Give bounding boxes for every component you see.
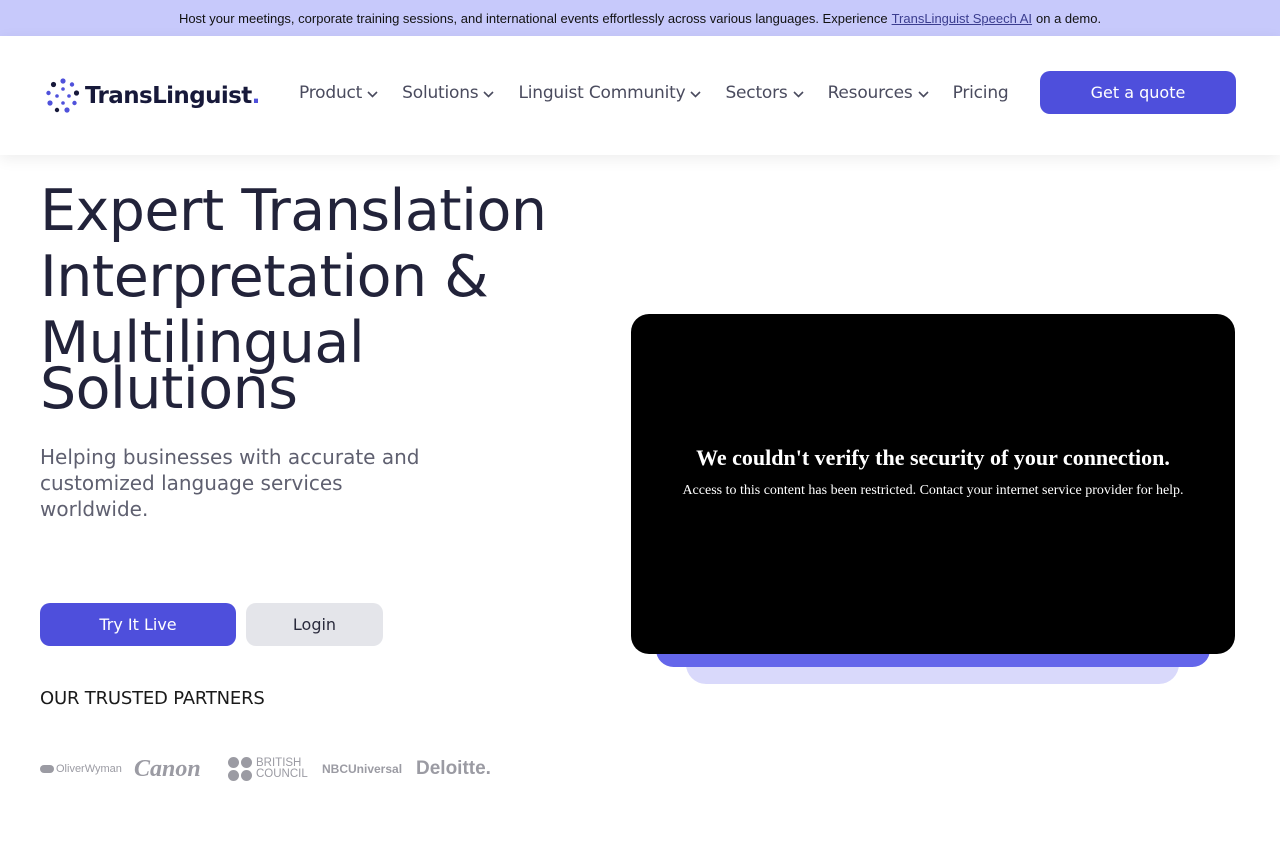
chevron-down-icon [483, 83, 495, 103]
partner-logo-british-council: BRITISH COUNCIL [228, 757, 314, 781]
chevron-down-icon [367, 83, 378, 103]
nav-pricing-label: Pricing [952, 83, 1009, 103]
nav-sectors-label: Sectors [725, 83, 788, 103]
british-council-dots-icon [228, 757, 252, 781]
try-it-live-button[interactable]: Try It Live [40, 603, 236, 646]
hero-title-line: Expert Translation [40, 178, 547, 244]
partner-logo-deloitte: Deloitte. [416, 758, 491, 779]
main-menu: Product Solutions Linguist Community Sec… [299, 83, 1033, 103]
partner-logo-nbcuniversal: NBCUniversal [322, 762, 403, 776]
nav-product-label: Product [299, 83, 363, 103]
announcement-suffix: on a demo. [1036, 10, 1102, 26]
get-quote-button[interactable]: Get a quote [1040, 71, 1236, 114]
hero-title: Expert Translation Interpretation & Mult… [40, 178, 600, 422]
video-player[interactable]: We couldn't verify the security of your … [631, 314, 1235, 654]
logo-mark-icon [46, 78, 80, 114]
chevron-down-icon [792, 83, 804, 103]
nav-product[interactable]: Product [299, 83, 378, 103]
partners-heading: OUR TRUSTED PARTNERS [40, 688, 265, 709]
partner-logo-oliver-wyman: OliverWyman [40, 763, 126, 775]
chevron-down-icon [690, 83, 702, 103]
nav-solutions[interactable]: Solutions [402, 83, 495, 103]
navbar: TransLinguist. Product Solutions Linguis… [0, 36, 1280, 155]
video-error-message: Access to this content has been restrict… [682, 483, 1184, 498]
nav-solutions-label: Solutions [402, 83, 479, 103]
partner-logo-canon: Canon [134, 755, 201, 782]
hero-subtitle: Helping businesses with accurate and cus… [40, 445, 420, 521]
nav-resources[interactable]: Resources [828, 83, 929, 103]
login-button[interactable]: Login [246, 603, 383, 646]
announcement-bar: Host your meetings, corporate training s… [0, 0, 1280, 36]
nav-linguist-community-label: Linguist Community [518, 83, 686, 103]
announcement-text: Host your meetings, corporate training s… [178, 10, 888, 26]
nav-resources-label: Resources [827, 83, 913, 103]
hero-title-line: Interpretation & [40, 244, 489, 310]
video-error-title: We couldn't verify the security of your … [696, 445, 1170, 470]
nav-pricing[interactable]: Pricing [953, 83, 1009, 103]
oliver-wyman-mark-icon [40, 765, 54, 773]
speech-ai-link[interactable]: TransLinguist Speech AI [892, 11, 1032, 26]
logo-text: TransLinguist. [85, 83, 260, 109]
nav-linguist-community[interactable]: Linguist Community [518, 83, 702, 103]
hero-media: We couldn't verify the security of your … [631, 314, 1235, 686]
partner-logos: OliverWyman Canon BRITISH COUNCIL NBCUni… [40, 755, 499, 783]
nav-sectors[interactable]: Sectors [725, 83, 804, 103]
logo[interactable]: TransLinguist. [46, 78, 260, 114]
chevron-down-icon [918, 83, 929, 103]
